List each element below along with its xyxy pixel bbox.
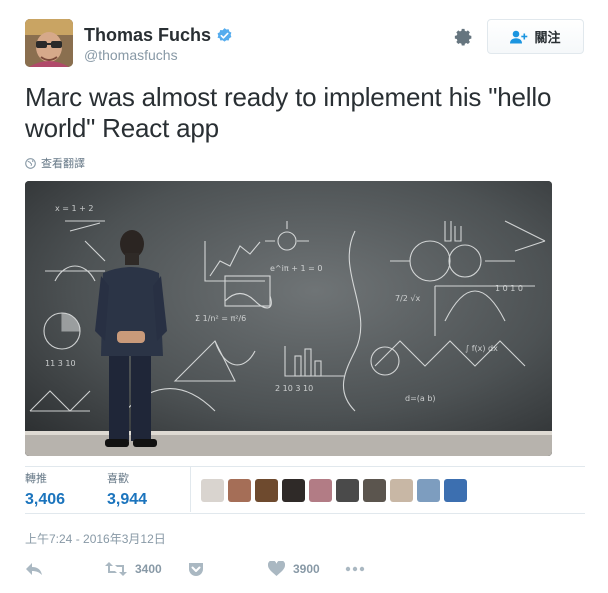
liker-avatar[interactable] [336, 479, 359, 502]
translate-link[interactable]: 查看翻譯 [25, 155, 85, 171]
liker-avatar[interactable] [390, 479, 413, 502]
svg-text:1 0 1 0: 1 0 1 0 [495, 284, 523, 293]
svg-text:Σ 1/n² = π²/6: Σ 1/n² = π²/6 [195, 314, 246, 323]
heart-icon [268, 561, 285, 576]
divider-bottom [25, 513, 585, 514]
reply-button[interactable] [25, 561, 43, 577]
divider-top [25, 466, 585, 467]
svg-text:∫ f(x) dx: ∫ f(x) dx [465, 344, 498, 353]
follow-button[interactable]: 關注 [487, 19, 584, 54]
svg-text:7/2 √x: 7/2 √x [395, 294, 421, 303]
tweet-card: Thomas Fuchs @thomasfuchs 關注 Marc was al… [0, 0, 608, 593]
liker-avatar[interactable] [228, 479, 251, 502]
liker-avatar[interactable] [309, 479, 332, 502]
add-user-icon [510, 30, 528, 43]
retweets-stat[interactable]: 轉推 3,406 [25, 472, 65, 511]
svg-text:d=(a b): d=(a b) [405, 394, 436, 403]
svg-text:x = 1 + 2: x = 1 + 2 [55, 204, 94, 213]
user-avatar[interactable] [25, 19, 73, 67]
like-count: 3900 [293, 561, 320, 576]
follow-label: 關注 [534, 30, 561, 45]
tweet-photo[interactable]: x = 1 + 2 f(x) = 3x² 11 3 10 Σ 1/n² = π²… [25, 181, 552, 456]
likes-count: 3,944 [107, 491, 148, 508]
translate-label: 查看翻譯 [41, 158, 85, 170]
liker-avatar[interactable] [255, 479, 278, 502]
likes-label: 喜歡 [107, 473, 129, 485]
reply-icon [26, 563, 42, 575]
tweet-text: Marc was almost ready to implement his "… [25, 82, 552, 143]
liker-avatar[interactable] [201, 479, 224, 502]
more-icon [345, 566, 365, 572]
user-handle[interactable]: @thomasfuchs [84, 47, 178, 63]
liker-avatar[interactable] [417, 479, 440, 502]
more-button[interactable] [345, 561, 365, 577]
svg-text:e^iπ + 1 = 0: e^iπ + 1 = 0 [270, 264, 322, 273]
retweets-count: 3,406 [25, 491, 66, 508]
liker-avatars [201, 479, 467, 502]
likes-stat[interactable]: 喜歡 3,944 [107, 472, 147, 511]
pocket-icon [189, 563, 203, 576]
liker-avatar[interactable] [363, 479, 386, 502]
verified-badge-icon [217, 27, 232, 42]
timestamp[interactable]: 上午7:24 - 2016年3月12日 [25, 530, 166, 547]
retweets-label: 轉推 [25, 473, 47, 485]
liker-avatar[interactable] [444, 479, 467, 502]
retweet-button[interactable]: 3400 [105, 561, 162, 577]
display-name[interactable]: Thomas Fuchs [84, 24, 211, 46]
liker-avatar[interactable] [282, 479, 305, 502]
svg-text:11 3 10: 11 3 10 [45, 359, 76, 368]
stat-separator [190, 467, 191, 512]
save-button[interactable] [188, 561, 204, 577]
like-button[interactable]: 3900 [268, 561, 320, 576]
globe-icon [25, 157, 36, 169]
gear-icon[interactable] [454, 28, 474, 48]
retweet-icon [105, 562, 127, 576]
name-row: Thomas Fuchs [84, 24, 233, 46]
svg-text:2 10 3 10: 2 10 3 10 [275, 384, 313, 393]
retweet-count: 3400 [135, 562, 162, 576]
